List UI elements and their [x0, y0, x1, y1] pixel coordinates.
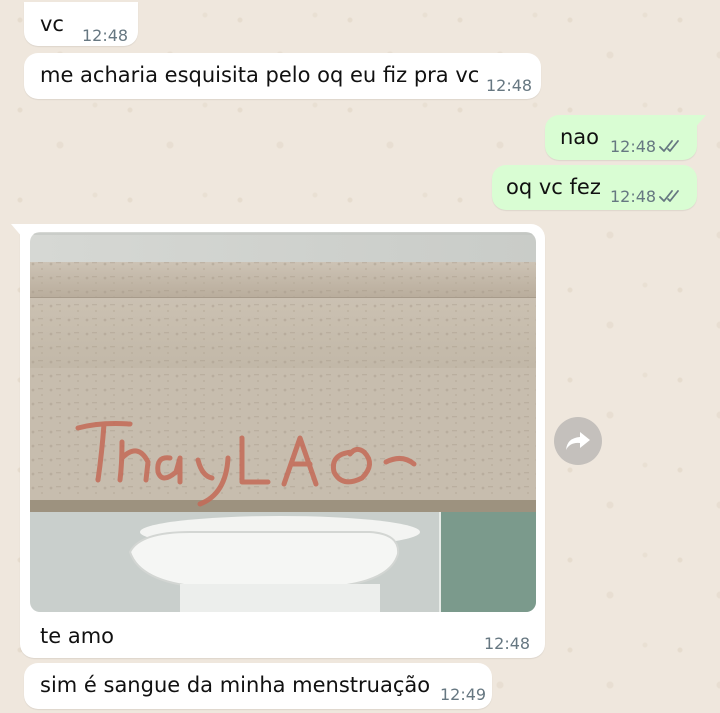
double-check-icon: [659, 140, 679, 152]
message-photo[interactable]: [30, 232, 536, 612]
message-bubble-incoming[interactable]: vc 12:48: [24, 2, 138, 46]
forward-button[interactable]: [554, 417, 602, 465]
message-bubble-outgoing[interactable]: oq vc fez 12:48: [492, 165, 697, 210]
message-bubble-outgoing[interactable]: nao 12:48: [545, 115, 706, 160]
message-bubble-incoming[interactable]: me acharia esquisita pelo oq eu fiz pra …: [24, 53, 541, 99]
image-caption: te amo: [40, 624, 115, 648]
message-time: 12:48: [610, 187, 657, 206]
image-message-bubble[interactable]: te amo 12:48: [11, 224, 545, 658]
message-bubble-incoming[interactable]: sim é sangue da minha menstruação 12:49: [24, 663, 492, 709]
message-time: 12:49: [440, 685, 487, 704]
message-text: sim é sangue da minha menstruação: [40, 673, 431, 697]
message-text: vc: [40, 12, 64, 36]
message-time: 12:48: [484, 634, 531, 653]
photo-content: [30, 232, 536, 612]
message-time: 12:48: [610, 137, 657, 156]
message-time: 12:48: [486, 76, 533, 95]
forward-icon: [566, 432, 590, 450]
message-text: me acharia esquisita pelo oq eu fiz pra …: [40, 63, 480, 87]
double-check-icon: [659, 190, 679, 202]
message-text: nao: [560, 125, 600, 149]
message-time: 12:48: [82, 26, 129, 45]
message-text: oq vc fez: [506, 175, 601, 199]
